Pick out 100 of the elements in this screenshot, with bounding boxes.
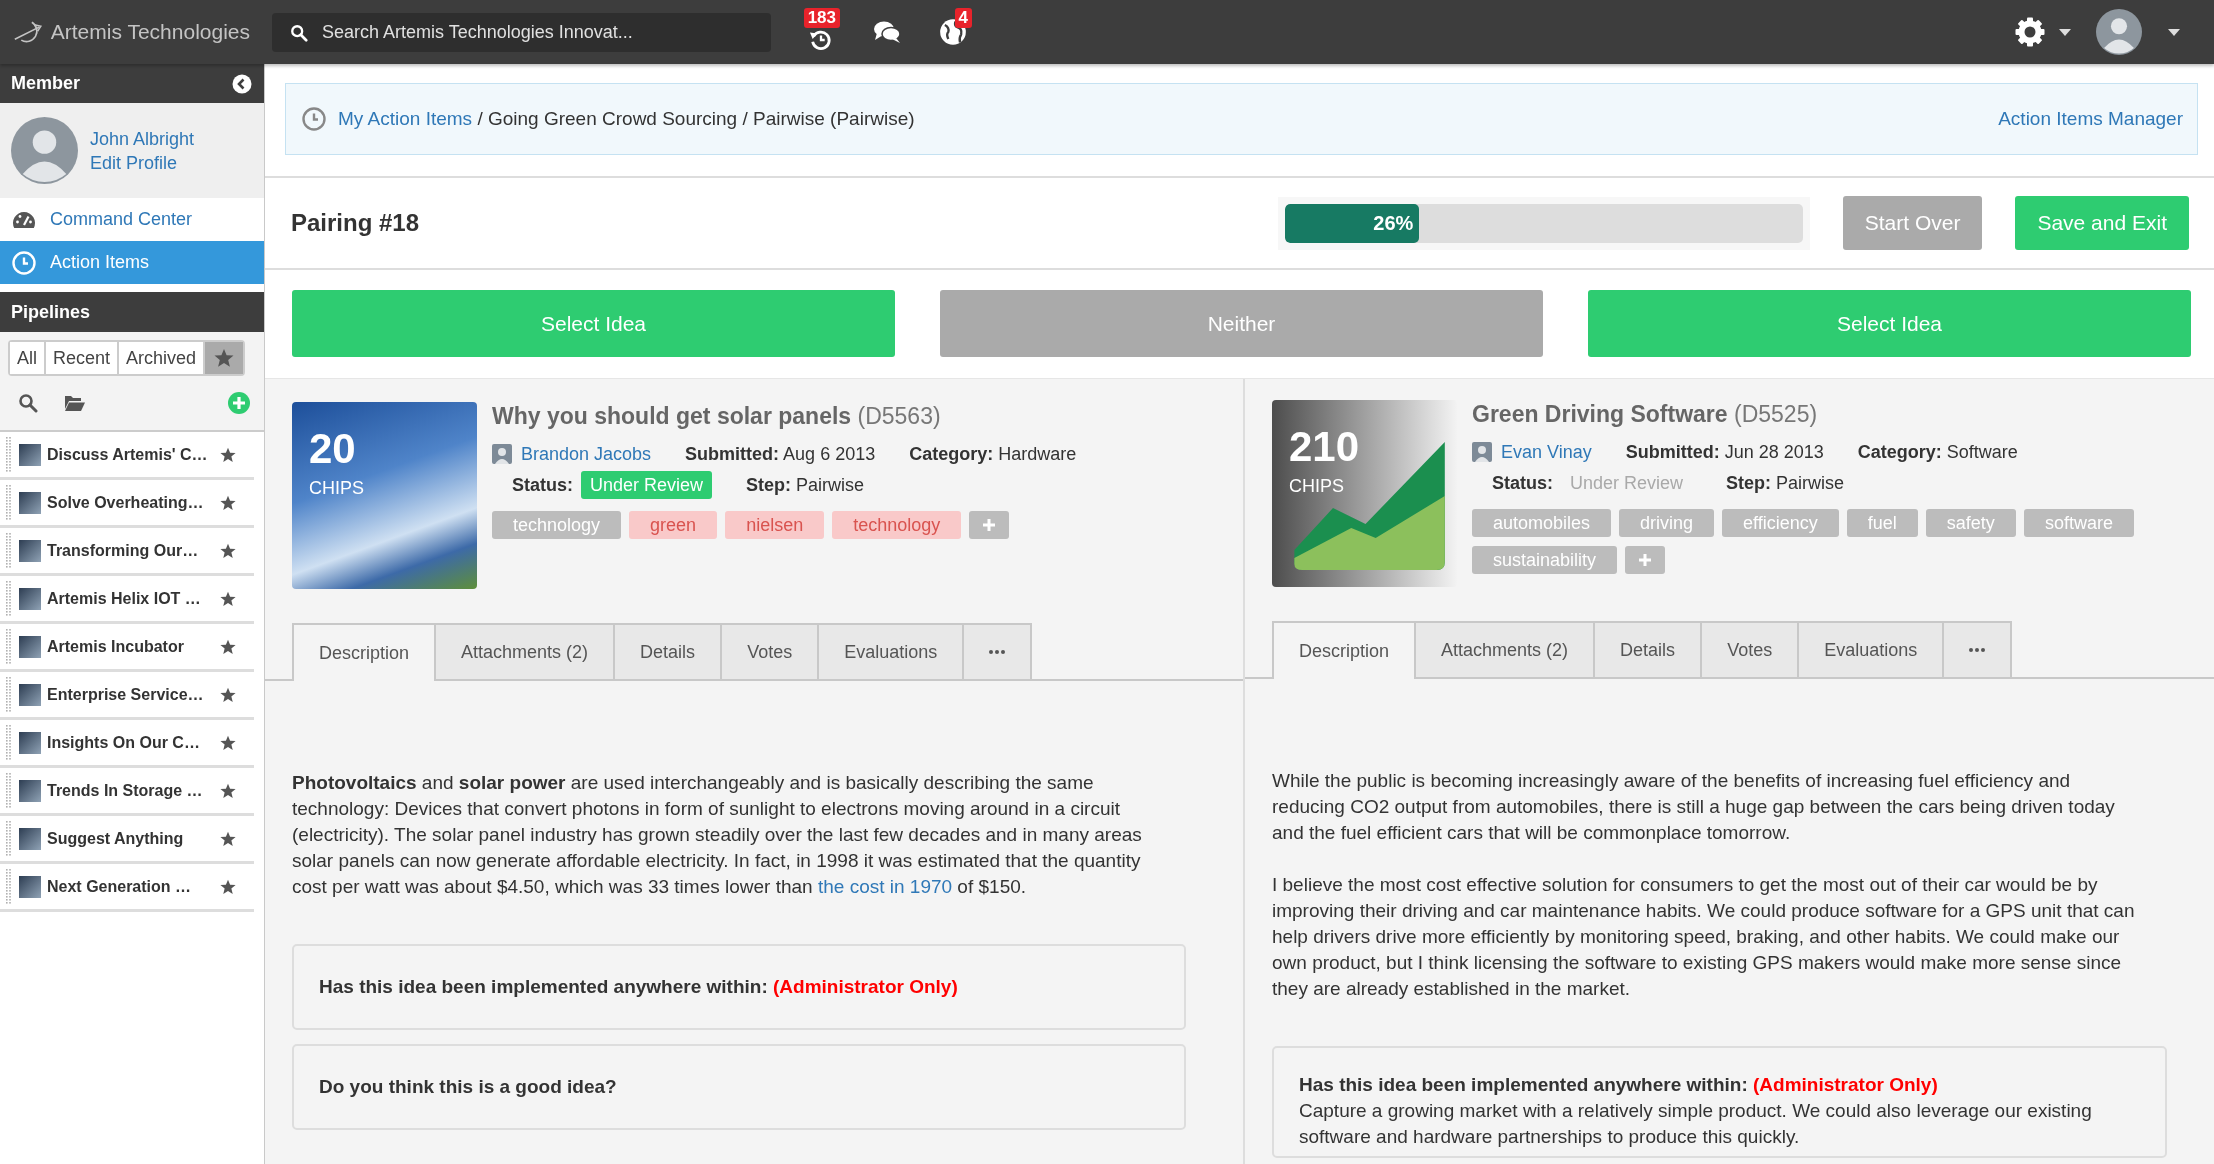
- photo-placeholder: [19, 779, 41, 802]
- tag[interactable]: green: [629, 511, 718, 539]
- star-icon[interactable]: [220, 782, 236, 799]
- chips-label: CHIPS: [309, 477, 364, 499]
- plus-icon: [983, 519, 996, 531]
- drag-handle-icon[interactable]: [6, 869, 11, 904]
- drag-handle-icon[interactable]: [6, 437, 11, 472]
- search-icon[interactable]: [18, 393, 38, 413]
- star-icon[interactable]: [220, 878, 236, 895]
- question-text: Has this idea been implemented anywhere within: (Administrator Only): [1299, 1073, 1939, 1097]
- description-link[interactable]: the cost in 1970: [817, 876, 953, 897]
- pipeline-link[interactable]: Suggest Anything: [47, 829, 184, 848]
- description-paragraph: While the public is becoming increasingly aware of the benefits of increasing fuel efficiency and reducing CO2 output from automobiles, there is still a huge gap between the cars being driven today and the fuel efficient cars that will be commonplace tomorrow.: [1272, 769, 2116, 845]
- star-icon[interactable]: [220, 830, 236, 847]
- notification-badge: 183: [803, 8, 840, 28]
- progress-label: 26%: [1373, 211, 1414, 235]
- section-title: Pipelines: [11, 301, 91, 323]
- drag-handle-icon[interactable]: [6, 629, 11, 664]
- photo-placeholder: [19, 731, 41, 754]
- edit-profile-link[interactable]: Edit Profile: [90, 150, 178, 175]
- star-icon[interactable]: [220, 686, 236, 703]
- caret-icon[interactable]: [2168, 28, 2180, 36]
- tab[interactable]: Description: [1272, 621, 1417, 679]
- filter-tab[interactable]: [205, 342, 244, 374]
- breadcrumb-link[interactable]: My Action Items: [338, 108, 473, 129]
- manager-link[interactable]: Action Items Manager: [1998, 108, 2183, 130]
- brand-name[interactable]: Artemis Technologies: [50, 20, 250, 44]
- answer-text: Capture a growing market with a relatively simple product. We could also leverage our existing software and hardware partnerships to produce this quickly.: [1299, 1099, 2093, 1149]
- tab[interactable]: Description: [292, 623, 437, 681]
- tab[interactable]: Evaluations: [817, 623, 965, 679]
- pipeline-link[interactable]: Enterprise Service…: [47, 685, 204, 704]
- idea-title: Why you should get solar panels (D5563): [492, 402, 941, 430]
- pipeline-link[interactable]: Insights On Our C…: [47, 733, 200, 752]
- drag-handle-icon[interactable]: [6, 773, 11, 808]
- avatar-icon[interactable]: [2096, 9, 2142, 55]
- pipeline-link[interactable]: Next Generation …: [47, 877, 192, 896]
- tag[interactable]: technology: [832, 511, 962, 539]
- author-link[interactable]: Evan Vinay: [1501, 441, 1592, 463]
- search-icon: [290, 23, 308, 42]
- tab[interactable]: Votes: [1700, 621, 1800, 677]
- star-icon[interactable]: [220, 446, 236, 463]
- drag-handle-icon[interactable]: [6, 677, 11, 712]
- tab[interactable]: Evaluations: [1797, 621, 1945, 677]
- notification-badge: 4: [954, 8, 972, 28]
- question-text: Do you think this is a good idea?: [319, 1075, 617, 1099]
- submitted-text: Submitted: Aug 6 2013: [685, 443, 876, 465]
- breadcrumb-text: My Action Items / Going Green Crowd Sourcing / Pairwise (Pairwise): [338, 108, 915, 130]
- author-link[interactable]: Brandon Jacobs: [521, 443, 652, 465]
- more-icon: [1969, 648, 1986, 652]
- star-icon[interactable]: [220, 494, 236, 511]
- tag[interactable]: nielsen: [725, 511, 825, 539]
- clock-icon: [302, 107, 326, 131]
- pipeline-link[interactable]: Trends In Storage …: [47, 781, 203, 800]
- collapse-icon[interactable]: [232, 73, 252, 94]
- category-text: Category: Hardware: [909, 443, 1077, 465]
- search-field[interactable]: Search Artemis Technologies Innovat...: [272, 12, 771, 52]
- star-icon[interactable]: [220, 638, 236, 655]
- filter-tab[interactable]: Archived: [119, 342, 204, 374]
- star-icon[interactable]: [220, 542, 236, 559]
- status-badge: Under Review: [581, 471, 713, 499]
- category-text: Category: Software: [1857, 441, 2018, 463]
- idea-title: Green Driving Software (D5525): [1472, 400, 1818, 428]
- filter-tab[interactable]: All: [10, 342, 44, 374]
- tab[interactable]: Attachments (2): [1414, 621, 1596, 677]
- drag-handle-icon[interactable]: [6, 581, 11, 616]
- question-text: Has this idea been implemented anywhere within: (Administrator Only): [319, 975, 958, 999]
- tab[interactable]: Details: [613, 623, 723, 679]
- nav-item[interactable]: Command Center: [0, 198, 264, 241]
- step-text: Step: Pairwise: [746, 474, 865, 496]
- nav-item[interactable]: Action Items: [0, 241, 264, 284]
- pipeline-link[interactable]: Transforming Our…: [47, 541, 199, 560]
- photo-placeholder: [19, 491, 41, 514]
- status-text: Under Review: [1569, 472, 1685, 495]
- drag-handle-icon[interactable]: [6, 725, 11, 760]
- folder-icon[interactable]: [64, 394, 86, 412]
- status-label: Status:: [1492, 472, 1553, 494]
- avatar-icon: [492, 444, 512, 464]
- tab[interactable]: Attachments (2): [434, 623, 616, 679]
- pipeline-link[interactable]: Discuss Artemis' C…: [47, 445, 208, 464]
- filter-tab[interactable]: Recent: [46, 342, 118, 374]
- photo-placeholder: [19, 875, 41, 898]
- caret-icon[interactable]: [2059, 28, 2071, 36]
- star-icon[interactable]: [220, 590, 236, 607]
- drag-handle-icon[interactable]: [6, 485, 11, 520]
- chip-count: 210: [1289, 425, 1360, 469]
- drag-handle-icon[interactable]: [6, 821, 11, 856]
- dashboard-icon: [12, 210, 36, 229]
- tab[interactable]: Details: [1593, 621, 1703, 677]
- pipeline-link[interactable]: Artemis Incubator: [47, 637, 184, 656]
- settings-icon[interactable]: [2015, 17, 2045, 47]
- star-icon[interactable]: [220, 734, 236, 751]
- history-icon[interactable]: [809, 28, 833, 52]
- tab[interactable]: Votes: [720, 623, 820, 679]
- photo-placeholder: [19, 683, 41, 706]
- photo-placeholder: [19, 827, 41, 850]
- drag-handle-icon[interactable]: [6, 533, 11, 568]
- star-icon: [214, 348, 235, 368]
- pipeline-link[interactable]: Solve Overheating…: [47, 493, 204, 512]
- pipeline-link[interactable]: Artemis Helix IOT …: [47, 589, 201, 608]
- profile-name-link[interactable]: John Albright: [90, 126, 195, 151]
